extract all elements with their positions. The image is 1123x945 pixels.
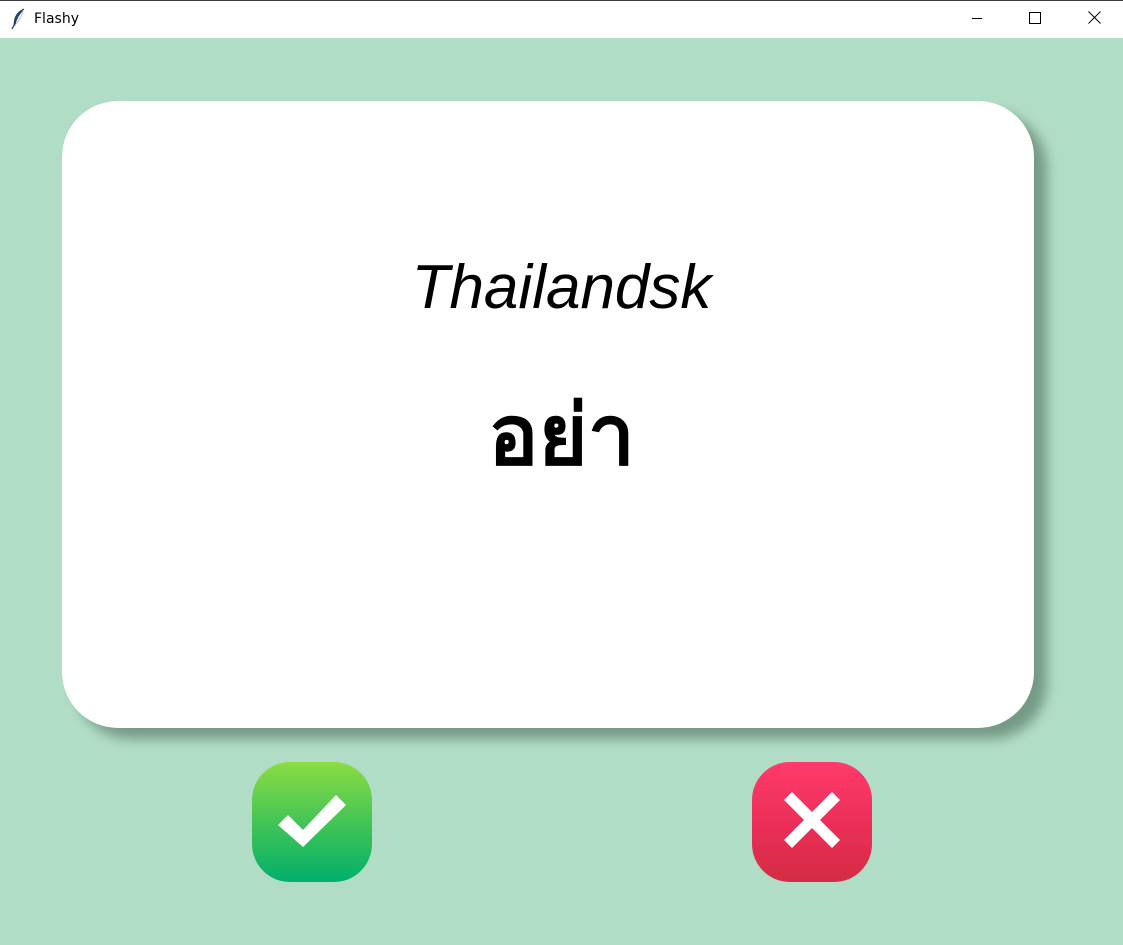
close-button[interactable] (1065, 1, 1123, 38)
app-window: Flashy Thailandsk อย่า (0, 0, 1123, 945)
maximize-icon (1029, 11, 1041, 29)
wrong-answer-button[interactable] (752, 762, 872, 882)
minimize-button[interactable] (948, 1, 1006, 38)
maximize-button[interactable] (1006, 1, 1064, 38)
window-title: Flashy (34, 11, 79, 27)
cross-icon (780, 788, 844, 857)
right-answer-button[interactable] (252, 762, 372, 882)
title-bar[interactable]: Flashy (0, 0, 1123, 38)
checkmark-icon (272, 785, 352, 860)
feather-icon (10, 8, 28, 30)
minimize-icon (971, 11, 983, 29)
card-language-label: Thailandsk (411, 253, 712, 322)
close-icon (1087, 10, 1101, 29)
card-word: อย่า (488, 386, 635, 484)
